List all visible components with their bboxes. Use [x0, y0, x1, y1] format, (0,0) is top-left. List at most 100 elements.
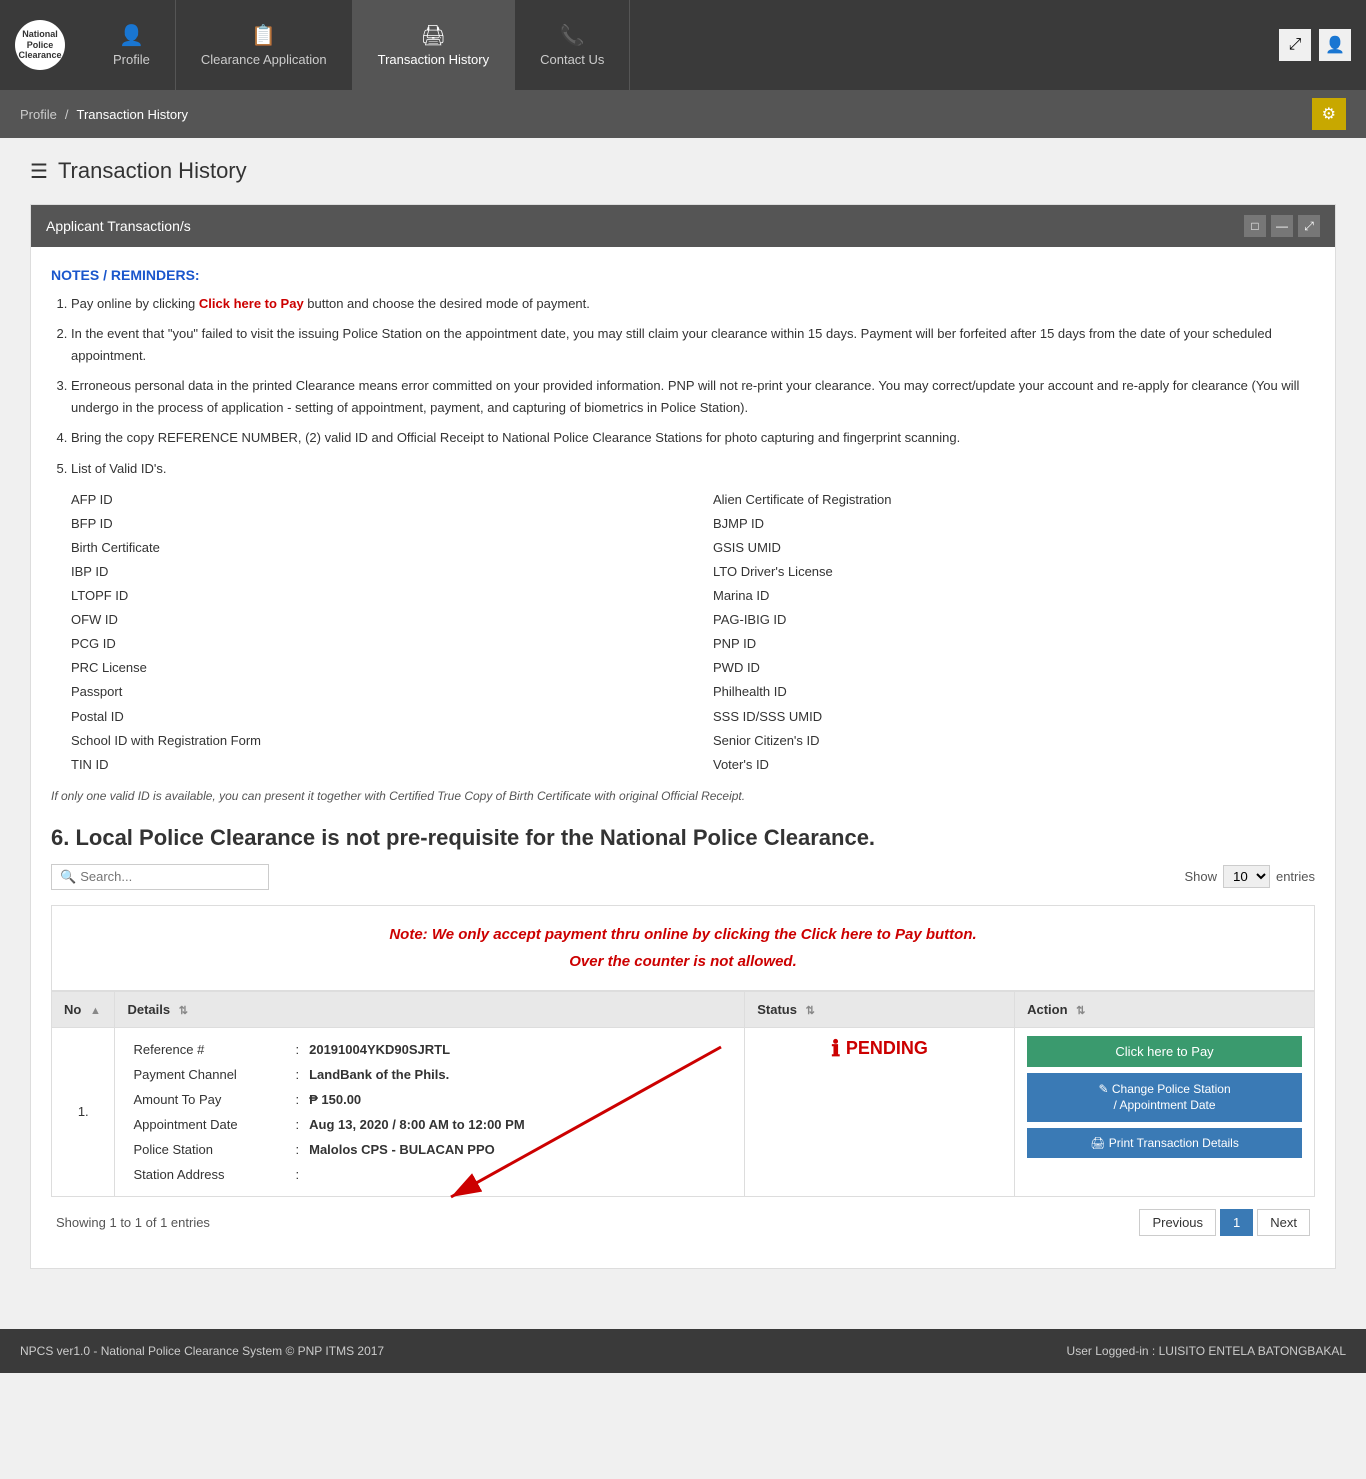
sort-action-icon: ⇅ [1076, 1005, 1085, 1017]
panel-restore-button[interactable]: □ [1244, 215, 1266, 237]
clearance-icon: 📋 [251, 23, 276, 48]
previous-button[interactable]: Previous [1139, 1209, 1216, 1236]
nav-item-clearance[interactable]: 📋 Clearance Application [176, 0, 353, 90]
nav-item-contact[interactable]: 📞 Contact Us [515, 0, 630, 90]
applicant-transactions-panel: Applicant Transaction/s □ — ⤢ NOTES / RE… [30, 204, 1336, 1269]
settings-button[interactable]: ⚙ [1312, 98, 1346, 130]
user-button[interactable]: 👤 [1319, 29, 1351, 61]
panel-controls: □ — ⤢ [1244, 215, 1320, 237]
appointment-colon: : [291, 1113, 303, 1136]
valid-id-item: IBP ID [71, 560, 673, 584]
ref-colon: : [291, 1038, 303, 1061]
breadcrumb: Profile / Transaction History ⚙ [0, 90, 1366, 138]
show-label: Show [1184, 869, 1217, 884]
search-icon: 🔍 [60, 869, 76, 885]
note-item-5: List of Valid ID's. AFP IDBFP IDBirth Ce… [71, 458, 1315, 777]
table-row: 1. Reference # : 20191004YKD90SJRTL [52, 1027, 1315, 1196]
payment-note: Note: We only accept payment thru online… [51, 905, 1315, 991]
pagination: Previous 1 Next [1139, 1209, 1310, 1236]
panel-minimize-button[interactable]: — [1271, 215, 1293, 237]
row-number: 1. [78, 1104, 89, 1119]
brand-logo[interactable]: National PoliceClearance [0, 0, 88, 90]
page-1-button[interactable]: 1 [1220, 1209, 1253, 1236]
notes-list: Pay online by clicking Click here to Pay… [51, 293, 1315, 777]
valid-id-item: AFP ID [71, 488, 673, 512]
valid-ids-col2: Alien Certificate of RegistrationBJMP ID… [713, 488, 1315, 777]
breadcrumb-current: Transaction History [76, 107, 188, 122]
nav-label-clearance: Clearance Application [201, 52, 327, 67]
appointment-value: Aug 13, 2020 / 8:00 AM to 12:00 PM [305, 1113, 730, 1136]
col-status: Status ⇅ [745, 991, 1015, 1027]
panel-expand-button[interactable]: ⤢ [1298, 215, 1320, 237]
nav-right-controls: ⤢ 👤 [1264, 0, 1366, 90]
nav-label-transaction: Transaction History [378, 52, 490, 67]
nav-item-transaction[interactable]: 🖨 Transaction History [353, 0, 516, 90]
panel-body: NOTES / REMINDERS: Pay online by clickin… [31, 247, 1335, 1268]
page-content: ☰ Transaction History Applicant Transact… [0, 138, 1366, 1309]
click-here-to-pay-link[interactable]: Click here to Pay [199, 296, 304, 311]
valid-id-item: PRC License [71, 656, 673, 680]
address-colon: : [291, 1163, 303, 1186]
print-transaction-button[interactable]: 🖨 Print Transaction Details [1027, 1128, 1302, 1158]
valid-id-item: Birth Certificate [71, 536, 673, 560]
sort-no-icon: ▲ [90, 1005, 101, 1017]
valid-id-item: Voter's ID [713, 753, 1315, 777]
col-no: No ▲ [52, 991, 115, 1027]
valid-id-item: OFW ID [71, 608, 673, 632]
entries-select[interactable]: 10 25 50 [1223, 865, 1270, 888]
note-item-4: Bring the copy REFERENCE NUMBER, (2) val… [71, 427, 1315, 449]
notes-title: NOTES / REMINDERS: [51, 267, 1315, 283]
valid-id-item: PCG ID [71, 632, 673, 656]
profile-icon: 👤 [119, 23, 144, 48]
amount-label: Amount To Pay [129, 1088, 289, 1111]
address-label: Station Address [129, 1163, 289, 1186]
ref-value: 20191004YKD90SJRTL [305, 1038, 730, 1061]
valid-id-item: Alien Certificate of Registration [713, 488, 1315, 512]
data-table: No ▲ Details ⇅ Status ⇅ [51, 991, 1315, 1197]
change-police-station-button[interactable]: ✎ Change Police Station/ Appointment Dat… [1027, 1073, 1302, 1123]
show-entries: Show 10 25 50 entries [1184, 865, 1315, 888]
table-footer: Showing 1 to 1 of 1 entries Previous 1 N… [51, 1197, 1315, 1248]
resize-button[interactable]: ⤢ [1279, 29, 1311, 61]
valid-id-item: TIN ID [71, 753, 673, 777]
breadcrumb-separator: / [65, 107, 69, 122]
page-title-text: Transaction History [58, 158, 247, 184]
brand-icon: National PoliceClearance [15, 20, 65, 70]
valid-id-item: PAG-IBIG ID [713, 608, 1315, 632]
valid-id-item: Postal ID [71, 705, 673, 729]
nav-item-profile[interactable]: 👤 Profile [88, 0, 176, 90]
arrow-container: No ▲ Details ⇅ Status ⇅ [51, 991, 1315, 1197]
click-here-to-pay-button[interactable]: Click here to Pay [1027, 1036, 1302, 1067]
nav-items: 👤 Profile 📋 Clearance Application 🖨 Tran… [88, 0, 1264, 90]
col-details: Details ⇅ [115, 991, 745, 1027]
note-item-3: Erroneous personal data in the printed C… [71, 375, 1315, 419]
valid-id-item: BJMP ID [713, 512, 1315, 536]
station-label: Police Station [129, 1138, 289, 1161]
search-box: 🔍 [51, 864, 269, 890]
valid-id-item: PWD ID [713, 656, 1315, 680]
valid-id-item: SSS ID/SSS UMID [713, 705, 1315, 729]
local-clearance-note: 6. Local Police Clearance is not pre-req… [51, 823, 1315, 854]
table-controls: 🔍 Show 10 25 50 entries [51, 854, 1315, 900]
status-text: PENDING [846, 1038, 928, 1059]
next-button[interactable]: Next [1257, 1209, 1310, 1236]
contact-icon: 📞 [560, 23, 585, 48]
payment-channel-label: Payment Channel [129, 1063, 289, 1086]
valid-id-item: Philhealth ID [713, 680, 1315, 704]
breadcrumb-profile[interactable]: Profile [20, 107, 57, 122]
note-item-1: Pay online by clicking Click here to Pay… [71, 293, 1315, 315]
details-inner-table: Reference # : 20191004YKD90SJRTL Payment… [127, 1036, 732, 1188]
note-item-2: In the event that "you" failed to visit … [71, 323, 1315, 367]
print-icon: 🖨 [1090, 1136, 1105, 1150]
amount-colon: : [291, 1088, 303, 1111]
footer-left: NPCS ver1.0 - National Police Clearance … [20, 1344, 384, 1358]
table-header: No ▲ Details ⇅ Status ⇅ [52, 991, 1315, 1027]
valid-id-item: LTO Driver's License [713, 560, 1315, 584]
amount-value: ₱ 150.00 [305, 1088, 730, 1111]
cell-action: Click here to Pay ✎ Change Police Statio… [1015, 1027, 1315, 1196]
cell-status: ℹ PENDING [745, 1027, 1015, 1196]
station-value: Malolos CPS - BULACAN PPO [305, 1138, 730, 1161]
search-input[interactable] [80, 869, 260, 884]
status-info-icon: ℹ [831, 1036, 839, 1062]
page-title: ☰ Transaction History [30, 158, 1336, 184]
